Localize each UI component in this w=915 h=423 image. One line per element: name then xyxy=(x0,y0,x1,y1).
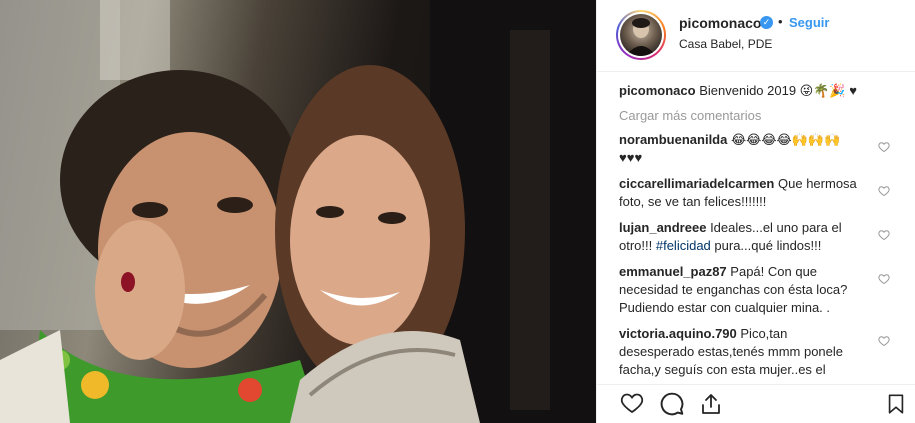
comment-item: emmanuel_paz87 Papá! Con que necesidad t… xyxy=(619,263,894,317)
bookmark-icon[interactable] xyxy=(885,391,907,417)
like-comment-heart-icon[interactable] xyxy=(878,273,890,285)
avatar-image xyxy=(620,14,662,56)
post-sidebar: picomonaco ✓ • Seguir Casa Babel, PDE pi… xyxy=(596,0,915,423)
post-actions-bar xyxy=(597,384,915,423)
post-header: picomonaco ✓ • Seguir Casa Babel, PDE xyxy=(597,0,915,72)
follow-button[interactable]: Seguir xyxy=(789,15,829,30)
comment-username[interactable]: lujan_andreee xyxy=(619,220,706,235)
comment-item: lujan_andreee Ideales...el uno para el o… xyxy=(619,219,894,255)
like-comment-heart-icon[interactable] xyxy=(878,335,890,347)
comment-hashtag-link[interactable]: #felicidad xyxy=(656,238,711,253)
comment-username[interactable]: victoria.aquino.790 xyxy=(619,326,737,341)
comment-username[interactable]: norambuenanilda xyxy=(619,132,727,147)
like-comment-heart-icon[interactable] xyxy=(878,141,890,153)
post-location[interactable]: Casa Babel, PDE xyxy=(679,37,772,51)
verified-badge-icon: ✓ xyxy=(760,16,773,29)
post-photo[interactable] xyxy=(0,0,596,423)
caption-username[interactable]: picomonaco xyxy=(619,83,696,98)
comments-list[interactable]: picomonaco Bienvenido 2019 😜🌴🎉 ♥ Cargar … xyxy=(597,72,915,384)
share-upload-icon[interactable] xyxy=(699,391,723,417)
comment-username[interactable]: ciccarellimariadelcarmen xyxy=(619,176,774,191)
post-photo-illustration xyxy=(0,0,596,423)
comment-bubble-icon[interactable] xyxy=(659,391,685,417)
avatar[interactable] xyxy=(616,10,666,60)
post-caption: picomonaco Bienvenido 2019 😜🌴🎉 ♥ xyxy=(619,82,894,100)
heart-outline-icon[interactable] xyxy=(619,391,645,415)
load-more-comments-button[interactable]: Cargar más comentarios xyxy=(619,108,894,123)
comment-text-after: pura...qué lindos!!! xyxy=(710,238,822,253)
like-comment-heart-icon[interactable] xyxy=(878,229,890,241)
comment-item: ciccarellimariadelcarmen Que hermosa fot… xyxy=(619,175,894,211)
comment-item: victoria.aquino.790 Pico,tan desesperado… xyxy=(619,325,894,379)
comment-username[interactable]: emmanuel_paz87 xyxy=(619,264,727,279)
caption-text: Bienvenido 2019 😜🌴🎉 ♥ xyxy=(699,83,857,98)
separator-dot: • xyxy=(778,14,783,29)
like-comment-heart-icon[interactable] xyxy=(878,185,890,197)
header-username[interactable]: picomonaco xyxy=(679,15,761,31)
comment-item: norambuenanilda 😂😂😂😂🙌🙌🙌♥♥♥ xyxy=(619,131,894,167)
